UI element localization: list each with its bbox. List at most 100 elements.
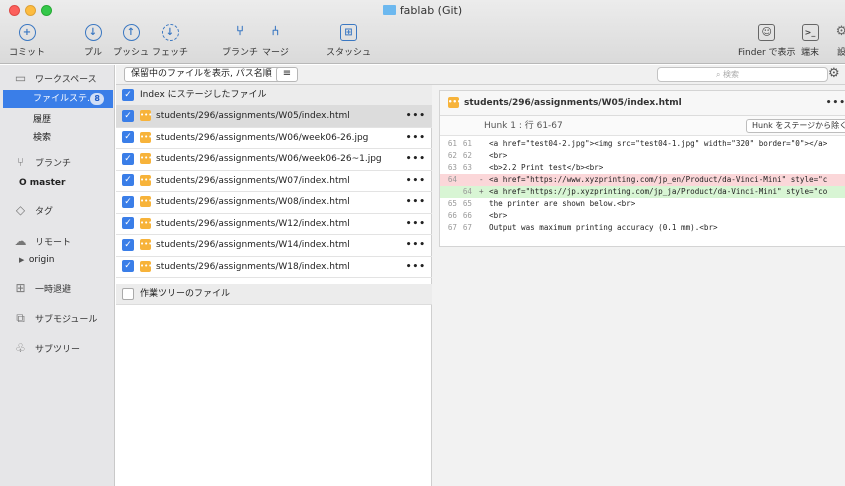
show-in-finder-button[interactable]: ☺ Finder で表示 (738, 24, 796, 58)
origin-label: origin (28, 255, 55, 265)
more-icon[interactable]: ••• (406, 257, 426, 278)
staged-files-header[interactable]: ✓ Index にステージしたファイル (116, 85, 432, 106)
more-icon[interactable]: ••• (406, 128, 426, 149)
file-row[interactable]: ✓ ••• students/296/assignments/W06/week06-… (116, 149, 432, 171)
stash-label: スタッシュ (326, 48, 372, 58)
old-line-number: 61 (447, 139, 457, 148)
sidebar-branches[interactable]: ⑂ ブランチ (12, 155, 71, 169)
merge-icon: ⑃ (271, 24, 280, 39)
sidebar-item-history[interactable]: 履歴 (33, 112, 51, 125)
diff-text: <a href="https://jp.xyzprinting.com/jp_j… (489, 187, 828, 196)
file-row[interactable]: ✓ ••• students/296/assignments/W08/index.h… (116, 192, 432, 214)
pull-label: プル (84, 48, 103, 58)
list-icon: ≡ (282, 68, 292, 79)
finder-label: Finder で表示 (738, 48, 796, 58)
monitor-icon: ▭ (14, 71, 27, 85)
more-icon[interactable]: ••• (406, 192, 426, 213)
modified-file-icon: ••• (448, 97, 462, 108)
submodules-label: サブモジュール (35, 314, 98, 325)
workspace-label: ワークスペース (35, 74, 97, 85)
more-icon[interactable]: ••• (406, 235, 426, 256)
subtrees-label: サブツリー (35, 344, 81, 355)
file-row[interactable]: ✓ ••• students/296/assignments/W07/index.h… (116, 171, 432, 192)
sidebar-submodules[interactable]: ⧉ サブモジュール (12, 311, 97, 325)
file-filter-label: 保留中のファイルを表示, パス名順 (131, 69, 272, 79)
file-row[interactable]: ✓ ••• students/296/assignments/W14/index.h… (116, 235, 432, 257)
more-icon[interactable]: ••• (406, 106, 426, 127)
file-filter-dropdown[interactable]: 保留中のファイルを表示, パス名順 ⌄ (124, 67, 290, 82)
unstaged-files-header[interactable]: 作業ツリーのファイル (116, 284, 432, 305)
file-checkbox[interactable]: ✓ (122, 195, 134, 208)
list-view-button[interactable]: ≡ (276, 67, 298, 82)
branches-label: ブランチ (35, 158, 72, 169)
search-input[interactable]: ⌕ 検索 (657, 67, 828, 82)
sidebar-workspace[interactable]: ▭ ワークスペース (12, 71, 97, 85)
terminal-icon: >_ (801, 24, 819, 41)
more-icon[interactable]: ••• (406, 149, 426, 170)
diff-line: 67 67 Output was maximum printing accuracy… (440, 222, 845, 234)
merge-label: マージ (262, 48, 289, 58)
file-checkbox[interactable]: ✓ (122, 131, 134, 143)
branch-button[interactable]: ⑂ ブランチ (222, 24, 258, 58)
file-checkbox[interactable]: ✓ (122, 152, 134, 165)
gear-icon: ⚙ (835, 24, 845, 39)
sidebar-item-search[interactable]: 検索 (33, 130, 51, 143)
file-path: students/296/assignments/W07/index.html (156, 175, 350, 186)
staged-checkbox[interactable]: ✓ (122, 88, 134, 101)
sidebar-remotes[interactable]: ☁ リモート (12, 234, 72, 248)
diff-line: 63 63 <b>2.2 Print test</b><br> (440, 162, 845, 174)
file-checkbox[interactable]: ✓ (122, 217, 134, 229)
sidebar-tags[interactable]: ◇ タグ (12, 203, 53, 217)
file-checkbox[interactable]: ✓ (122, 260, 134, 272)
arrow-down-icon: ↓ (84, 24, 102, 41)
file-row[interactable]: ✓ ••• students/296/assignments/W05/index.h… (116, 106, 432, 128)
file-row[interactable]: ✓ ••• students/296/assignments/W18/index.h… (116, 257, 432, 278)
more-icon[interactable]: ••• (406, 171, 426, 192)
new-line-number: 62 (462, 151, 472, 160)
hunk-header: Hunk 1 : 行 61-67 Hunk をステージから除く (440, 116, 845, 136)
file-row[interactable]: ✓ ••• students/296/assignments/W06/week06-… (116, 128, 432, 149)
new-line-number: 63 (462, 163, 472, 172)
subtree-icon: ♧ (15, 341, 26, 355)
fetch-label: フェッチ (152, 48, 189, 58)
push-button[interactable]: ↑ プッシュ (113, 24, 149, 58)
diff-text: <a href="https://www.xyzprinting.com/jp_… (489, 175, 828, 184)
file-checkbox[interactable]: ✓ (122, 174, 134, 186)
terminal-button[interactable]: >_ 端末 (801, 24, 819, 58)
sidebar-item-master[interactable]: O master (19, 178, 65, 188)
window-title-text: fablab (Git) (399, 4, 463, 17)
sidebar-item-origin[interactable]: ▶ origin (19, 255, 54, 265)
modified-file-icon: ••• (140, 174, 153, 186)
branch-label: ブランチ (222, 48, 259, 58)
sidebar-item-file-status[interactable]: ファイルステ... 8 (3, 90, 113, 108)
cloud-icon: ☁ (14, 234, 27, 248)
stash-button[interactable]: ⊞ スタッシュ (326, 24, 371, 58)
diff-text: <br> (489, 211, 508, 220)
tag-icon: ◇ (15, 203, 26, 217)
file-row[interactable]: ✓ ••• students/296/assignments/W12/index.h… (116, 214, 432, 235)
options-gear-button[interactable]: ⚙ (828, 66, 840, 81)
new-line-number: 65 (462, 199, 472, 208)
diff-text: <a href="test04-2.jpg"><img src="test04-… (489, 139, 828, 148)
file-checkbox[interactable]: ✓ (122, 238, 134, 251)
tags-label: タグ (35, 206, 54, 217)
disclosure-triangle-icon: ▶ (19, 256, 29, 264)
more-icon[interactable]: ••• (826, 91, 845, 115)
merge-button[interactable]: ⑃ マージ (262, 24, 289, 58)
fetch-button[interactable]: ↓ フェッチ (152, 24, 188, 58)
commit-label: コミット (9, 48, 46, 58)
commit-button[interactable]: + コミット (9, 24, 45, 58)
diff-line: 62 62 <br> (440, 150, 845, 162)
old-line-number: 67 (447, 223, 457, 232)
unstage-hunk-button[interactable]: Hunk をステージから除く (746, 119, 845, 133)
sidebar-subtrees[interactable]: ♧ サブツリー (12, 341, 80, 355)
finder-icon: ☺ (758, 24, 776, 41)
stash-icon: ⊞ (15, 281, 26, 295)
more-icon[interactable]: ••• (406, 214, 426, 235)
unstaged-checkbox[interactable] (122, 287, 134, 300)
settings-button[interactable]: ⚙ 設 (833, 24, 845, 58)
diff-line: 65 65 the printer are shown below.<br> (440, 198, 845, 210)
sidebar-stashes[interactable]: ⊞ 一時退避 (12, 281, 71, 295)
pull-button[interactable]: ↓ プル (84, 24, 102, 58)
file-checkbox[interactable]: ✓ (122, 109, 134, 122)
